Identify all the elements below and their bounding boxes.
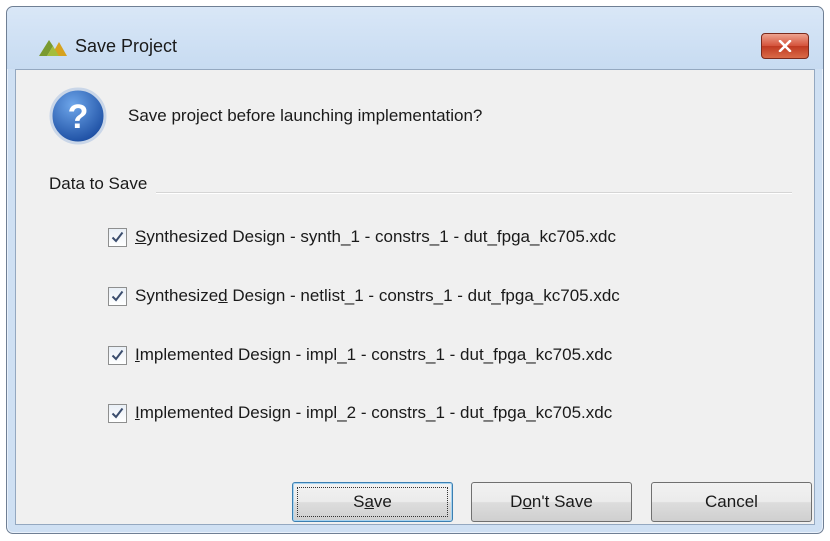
checkbox-row-synth-1[interactable]: Synthesized Design - synth_1 - constrs_1… — [108, 223, 616, 251]
checkbox-row-netlist-1[interactable]: Synthesized Design - netlist_1 - constrs… — [108, 282, 620, 310]
window-title: Save Project — [75, 36, 178, 56]
question-icon: ? — [49, 87, 107, 145]
checkbox[interactable] — [108, 286, 127, 306]
cancel-button[interactable]: Cancel — [651, 482, 812, 522]
dont-save-button[interactable]: Don't Save — [471, 482, 632, 522]
focus-ring — [297, 487, 448, 517]
cancel-button-label: Cancel — [705, 492, 758, 511]
save-project-dialog: Save Project ? Save project before launc… — [6, 6, 824, 534]
checkbox-label: Implemented Design - impl_1 - constrs_1 … — [135, 345, 613, 364]
svg-text:?: ? — [68, 98, 89, 136]
save-button[interactable]: Save — [292, 482, 453, 522]
checkbox[interactable] — [108, 345, 127, 365]
checkbox-row-impl-1[interactable]: Implemented Design - impl_1 - constrs_1 … — [108, 341, 612, 369]
dont-save-button-label: Don't Save — [510, 492, 593, 511]
group-label: Data to Save — [49, 174, 148, 193]
checkmark-icon — [111, 407, 124, 419]
checkbox[interactable] — [108, 227, 127, 247]
checkbox-row-impl-2[interactable]: Implemented Design - impl_2 - constrs_1 … — [108, 399, 612, 427]
close-icon — [778, 40, 792, 52]
xilinx-logo-icon — [39, 40, 67, 56]
title-bar[interactable]: Save Project — [7, 7, 823, 69]
checkmark-icon — [111, 290, 124, 302]
checkbox-label: Synthesized Design - netlist_1 - constrs… — [135, 286, 620, 305]
checkbox[interactable] — [108, 403, 127, 423]
checkbox-label: Synthesized Design - synth_1 - constrs_1… — [135, 227, 616, 246]
dialog-body: ? Save project before launching implemen… — [15, 69, 815, 525]
checkmark-icon — [111, 231, 124, 243]
divider — [156, 192, 792, 194]
close-button[interactable] — [761, 33, 809, 59]
checkmark-icon — [111, 349, 124, 361]
checkbox-label: Implemented Design - impl_2 - constrs_1 … — [135, 403, 613, 422]
prompt-text: Save project before launching implementa… — [128, 106, 483, 125]
